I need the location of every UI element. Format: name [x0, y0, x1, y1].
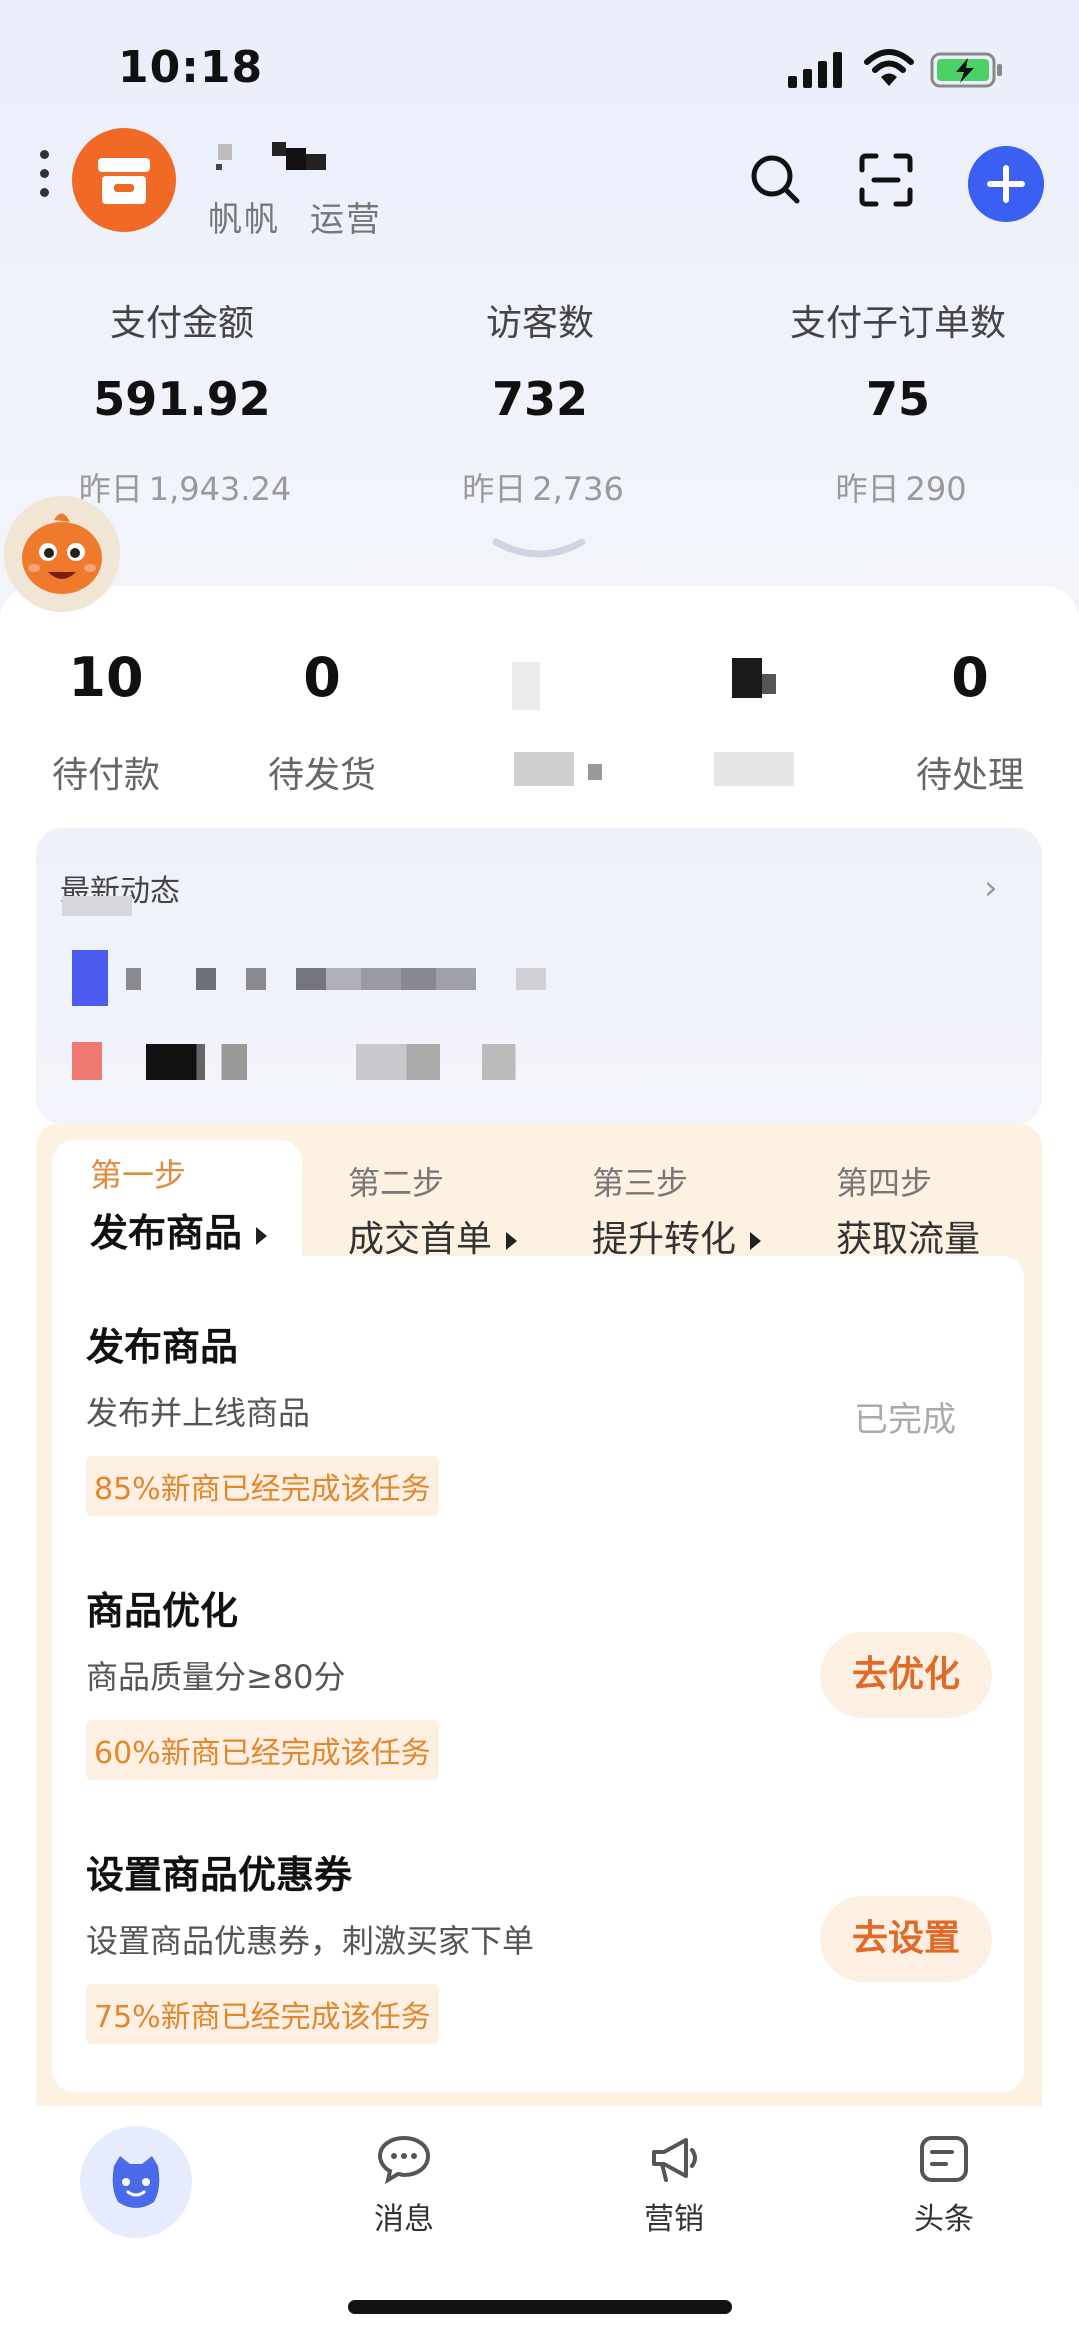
- expand-chevron-icon[interactable]: [492, 536, 586, 562]
- tab-label: 消息: [374, 2202, 434, 2237]
- battery-charging-icon: [930, 52, 1002, 88]
- task-completion-badge: 60%新商已经完成该任务: [86, 1720, 439, 1780]
- shop-store-icon: [98, 158, 150, 204]
- stat-sub-orders[interactable]: 支付子订单数 75 昨日 290: [738, 294, 1058, 510]
- triangle-right-icon: [506, 1232, 518, 1250]
- order-count: 0: [951, 646, 989, 709]
- task-title: 设置商品优惠券: [86, 1853, 353, 1897]
- stat-yesterday-prefix: 昨日: [462, 470, 527, 508]
- order-pending-payment[interactable]: 10 待付款: [6, 646, 206, 798]
- redacted-block: [588, 764, 602, 780]
- order-pending-handling[interactable]: 0 待处理: [870, 646, 1070, 798]
- step-tab-3[interactable]: 第三步 提升转化: [592, 1158, 762, 1262]
- redacted-block: [762, 674, 776, 694]
- scan-icon[interactable]: [858, 152, 914, 208]
- step-tab-4[interactable]: 第四步 获取流量: [836, 1158, 980, 1262]
- home-mascot-icon: [112, 2156, 160, 2208]
- order-item-redacted[interactable]: [710, 652, 830, 792]
- task-title: 商品优化: [86, 1589, 239, 1633]
- news-item-text-redacted[interactable]: [146, 1044, 566, 1080]
- stat-yesterday: 昨日 290: [738, 464, 1058, 510]
- step-name: 成交首单: [348, 1219, 493, 1260]
- step-name: 发布商品: [90, 1211, 243, 1255]
- triangle-right-icon: [750, 1232, 762, 1250]
- wifi-icon: [864, 49, 914, 86]
- step-number: 第四步: [836, 1164, 933, 1202]
- triangle-right-icon: [256, 1226, 268, 1245]
- redacted-block: [732, 658, 762, 698]
- order-label: 待处理: [915, 755, 1024, 796]
- news-item-text-redacted[interactable]: [126, 968, 626, 990]
- task-desc: 发布并上线商品: [86, 1394, 311, 1432]
- stat-label: 支付金额: [109, 303, 254, 344]
- order-count: 10: [68, 646, 144, 709]
- stat-yesterday-value: 290: [905, 470, 967, 508]
- stat-value: 732: [491, 372, 589, 426]
- stat-value: 591.92: [93, 372, 271, 426]
- stat-payment-amount[interactable]: 支付金额 591.92 昨日 1,943.24: [22, 294, 342, 510]
- news-item-icon: [72, 1042, 102, 1080]
- stat-yesterday: 昨日 2,736: [380, 464, 700, 510]
- redacted-block: [514, 752, 574, 786]
- shop-role: 帆帆 运营: [208, 192, 412, 241]
- optimize-button[interactable]: 去优化: [820, 1632, 992, 1718]
- plus-icon: [987, 165, 1025, 203]
- news-item-icon: [72, 950, 108, 1006]
- step-number: 第一步: [90, 1156, 187, 1194]
- tab-label: 营销: [644, 2202, 704, 2237]
- stat-visitors[interactable]: 访客数 732 昨日 2,736: [380, 294, 700, 510]
- cell-signal-icon: [788, 52, 842, 88]
- stat-yesterday-value: 1,943.24: [148, 470, 292, 508]
- chat-icon: [377, 2135, 431, 2185]
- tab-home[interactable]: [80, 2126, 192, 2238]
- shop-role-title: 运营: [310, 200, 382, 240]
- step-name: 提升转化: [592, 1219, 737, 1260]
- status-time: 10:18: [118, 42, 264, 93]
- task-desc: 设置商品优惠券，刺激买家下单: [86, 1922, 535, 1960]
- setup-button[interactable]: 去设置: [820, 1896, 992, 1982]
- order-item-redacted[interactable]: [490, 652, 630, 792]
- redacted-block: [512, 662, 540, 710]
- order-count: 0: [303, 646, 341, 709]
- task-completion-badge: 75%新商已经完成该任务: [86, 1984, 439, 2044]
- order-pending-shipment[interactable]: 0 待发货: [222, 646, 422, 798]
- step-tab-2[interactable]: 第二步 成交首单: [348, 1158, 518, 1262]
- search-icon[interactable]: [748, 152, 802, 206]
- chevron-right-icon[interactable]: ›: [984, 868, 998, 908]
- tab-headlines[interactable]: 头条: [874, 2134, 1014, 2238]
- shop-logo[interactable]: [72, 128, 176, 232]
- step-number: 第二步: [348, 1164, 445, 1202]
- step-name: 获取流量: [836, 1219, 981, 1260]
- more-menu-icon[interactable]: [36, 150, 52, 210]
- stat-value: 75: [865, 372, 930, 426]
- stat-yesterday-value: 2,736: [532, 470, 624, 508]
- redacted-block: [714, 752, 794, 786]
- stat-label: 访客数: [485, 303, 594, 344]
- add-button[interactable]: [968, 146, 1044, 222]
- redacted-block: [62, 896, 132, 916]
- mascot-icon: [4, 496, 120, 612]
- step-number: 第三步: [592, 1164, 689, 1202]
- megaphone-icon: [652, 2138, 697, 2182]
- task-completion-badge: 85%新商已经完成该任务: [86, 1456, 439, 1516]
- tab-messages[interactable]: 消息: [334, 2134, 474, 2238]
- step-tab-1[interactable]: 第一步 发布商品: [90, 1150, 268, 1257]
- task-desc: 商品质量分≥80分: [86, 1658, 346, 1696]
- shop-role-name: 帆帆: [208, 200, 280, 240]
- task-title: 发布商品: [86, 1325, 239, 1369]
- order-label: 待付款: [51, 755, 160, 796]
- tab-label: 头条: [914, 2202, 974, 2237]
- order-label: 待发货: [267, 755, 376, 796]
- task-status-done: 已完成: [854, 1400, 956, 1440]
- mascot-avatar[interactable]: [4, 496, 120, 612]
- home-indicator[interactable]: [348, 2300, 732, 2314]
- tab-marketing[interactable]: 营销: [604, 2134, 744, 2238]
- shop-name-redacted: [216, 142, 326, 170]
- news-icon: [920, 2136, 968, 2182]
- stat-label: 支付子订单数: [789, 303, 1006, 344]
- stat-yesterday-prefix: 昨日: [835, 470, 900, 508]
